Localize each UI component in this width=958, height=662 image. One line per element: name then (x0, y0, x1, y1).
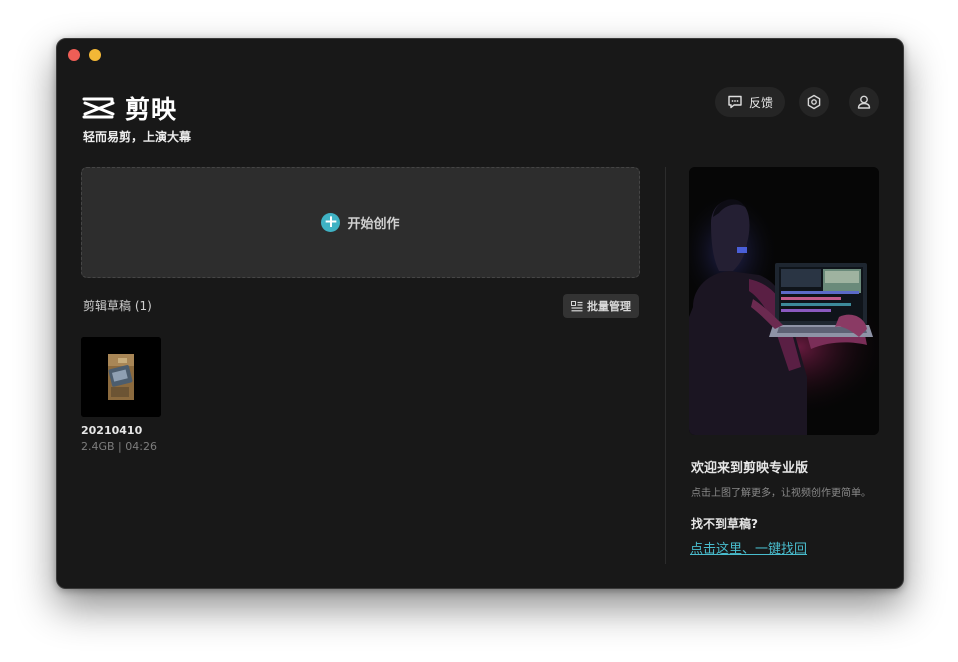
batch-manage-icon (571, 300, 583, 311)
start-create-label: 开始创作 (347, 217, 400, 232)
user-button[interactable] (849, 87, 879, 117)
batch-manage-button[interactable]: 批量管理 (563, 294, 639, 318)
settings-button[interactable] (799, 87, 829, 117)
promo-image (689, 167, 879, 435)
lost-drafts-title: 找不到草稿? (691, 517, 758, 531)
start-create-content: + 开始创作 (321, 213, 400, 232)
logo-mark-icon (82, 97, 115, 119)
draft-item[interactable]: 20210410 2.4GB | 04:26 (81, 337, 161, 453)
draft-thumbnail-image (81, 337, 161, 417)
minimize-window-button[interactable] (89, 49, 101, 61)
draft-meta: 2.4GB | 04:26 (81, 440, 157, 453)
app-logo: 剪映 (81, 90, 177, 126)
app-slogan: 轻而易剪，上演大幕 (83, 130, 192, 144)
feedback-button[interactable]: 反馈 (715, 87, 785, 117)
plus-icon: + (321, 213, 341, 232)
feedback-icon (728, 95, 742, 109)
welcome-title: 欢迎来到剪映专业版 (691, 461, 809, 476)
promo-banner[interactable] (689, 167, 879, 435)
batch-manage-label: 批量管理 (587, 300, 631, 313)
draft-thumbnail[interactable] (81, 337, 161, 417)
close-window-button[interactable] (68, 49, 80, 61)
section-divider (665, 167, 666, 564)
user-icon (857, 95, 871, 109)
draft-name: 20210410 (81, 424, 143, 437)
drafts-section-title: 剪辑草稿 (1) (83, 299, 152, 313)
settings-icon (807, 94, 821, 110)
app-window: 剪映 轻而易剪，上演大幕 反馈 + 开始创作 剪辑草稿 (1) 批量管理 202… (56, 38, 904, 589)
app-name: 剪映 (125, 95, 178, 124)
recover-drafts-link[interactable]: 点击这里、一键找回 (690, 538, 807, 557)
feedback-label: 反馈 (748, 95, 773, 110)
welcome-subtitle: 点击上图了解更多，让视频创作更简单。 (691, 488, 871, 499)
start-create-button[interactable]: + 开始创作 (81, 167, 640, 278)
